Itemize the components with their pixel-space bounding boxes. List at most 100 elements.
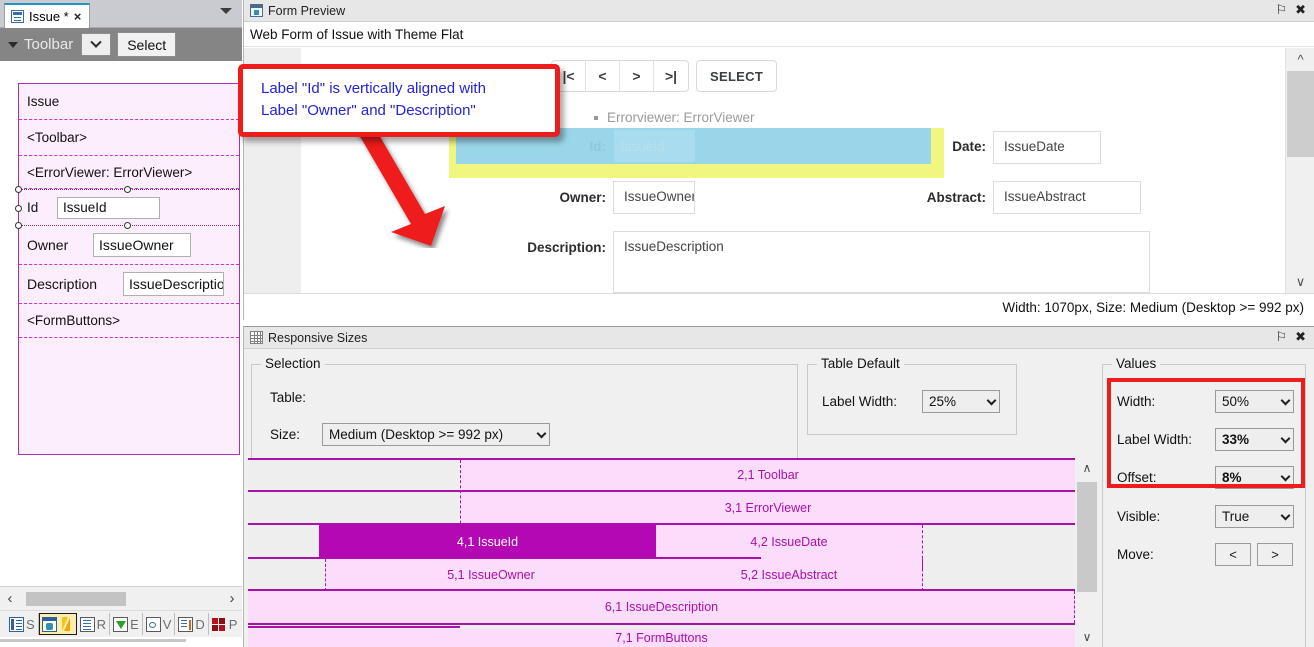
grid-divider (922, 559, 923, 591)
designer-horizontal-scrollbar[interactable]: ‹ › (0, 586, 242, 610)
scrollbar-thumb[interactable] (26, 591, 126, 606)
scroll-down-arrow-icon[interactable]: ∨ (1286, 271, 1314, 293)
values-group: Values Width: 50% Label Width: 33% Offse… (1102, 356, 1306, 647)
view-mode-expression[interactable]: E (110, 613, 143, 635)
grid-cell-errorviewer[interactable]: 3,1 ErrorViewer (461, 492, 1075, 523)
close-icon[interactable]: ✖ (1295, 329, 1306, 345)
view-mode-data[interactable]: D (175, 613, 209, 635)
scroll-down-arrow-icon[interactable]: ∨ (1075, 627, 1099, 647)
grid-cell-label: 4,2 IssueDate (750, 535, 828, 549)
document-tab-issue[interactable]: Issue * × (4, 3, 91, 28)
view-mode-properties[interactable]: P (209, 613, 241, 635)
abstract-field-input[interactable]: IssueAbstract (993, 181, 1141, 214)
view-mode-expression-letter: E (130, 616, 139, 632)
offset-select-value: 8% (1222, 470, 1242, 485)
grid-cell-issueabstract[interactable]: 5,2 IssueAbstract (656, 559, 922, 591)
report-icon (79, 616, 95, 632)
close-icon[interactable]: ✖ (1295, 2, 1306, 18)
description-row[interactable]: Description IssueDescriptio (19, 265, 239, 304)
id-field-input[interactable]: IssueId (621, 130, 665, 162)
owner-row-input[interactable]: IssueOwner (93, 233, 191, 257)
scroll-left-arrow-icon[interactable]: ‹ (0, 590, 20, 607)
expression-icon (113, 616, 129, 632)
form-title-row[interactable]: Issue (19, 84, 239, 120)
move-next-button[interactable]: > (1257, 543, 1293, 566)
pin-icon[interactable]: ⚐ (1275, 2, 1287, 18)
form-preview-icon (41, 616, 57, 632)
scrollbar-track[interactable] (20, 591, 222, 606)
date-field-input[interactable]: IssueDate (993, 131, 1101, 164)
nav-last-button[interactable]: >| (654, 61, 688, 91)
owner-row[interactable]: Owner IssueOwner (19, 226, 239, 265)
toolbar-label: Toolbar (24, 36, 74, 53)
scroll-up-arrow-icon[interactable]: ∧ (1075, 458, 1099, 478)
owner-field-input[interactable]: IssueOwner (613, 181, 695, 214)
grid-cell-issuedescription[interactable]: 6,1 IssueDescription (248, 591, 1075, 623)
errorviewer-line: Errorviewer: ErrorViewer (594, 110, 755, 125)
form-preview-subtitle: Web Form of Issue with Theme Flat (250, 26, 464, 42)
grid-cell-issueid[interactable]: 4,1 IssueId (319, 525, 656, 559)
caret-down-icon[interactable] (8, 41, 18, 48)
grid-icon (250, 331, 263, 344)
design-surface[interactable]: Issue <Toolbar> <ErrorViewer: ErrorViewe… (0, 61, 242, 586)
resize-handle-top-center[interactable] (124, 186, 131, 193)
form-title-label: Issue (27, 94, 60, 109)
table-default-label-width-label: Label Width: (822, 394, 898, 409)
structure-icon (9, 616, 24, 632)
document-tabstrip: Issue * × (0, 0, 242, 28)
errorviewer-placeholder-row[interactable]: <ErrorViewer: ErrorViewer> (19, 156, 239, 189)
select-button[interactable]: SELECT (696, 60, 778, 92)
scroll-right-arrow-icon[interactable]: › (222, 590, 242, 607)
selection-group-title: Selection (261, 356, 325, 371)
scrollbar-thumb[interactable] (1287, 71, 1314, 157)
select-button[interactable]: Select (117, 32, 177, 57)
description-row-input[interactable]: IssueDescriptio (123, 272, 224, 296)
toolbar-dropdown-button[interactable] (81, 33, 112, 56)
view-mode-form-preview[interactable] (38, 613, 77, 635)
grid-cell-issueowner[interactable]: 5,1 IssueOwner (326, 559, 656, 591)
resize-handle-top-left[interactable] (15, 186, 22, 193)
id-row[interactable]: Id IssueId (15, 186, 239, 229)
grid-vertical-scrollbar[interactable]: ∧ ∨ (1075, 458, 1099, 647)
offset-select[interactable]: 8% (1215, 466, 1294, 489)
label-width-select[interactable]: 33% (1215, 428, 1294, 451)
resize-handle-middle-left[interactable] (15, 205, 22, 212)
scrollbar-thumb[interactable] (1077, 482, 1097, 592)
view-mode-data-letter: D (195, 616, 205, 632)
formbuttons-placeholder-row[interactable]: <FormButtons> (19, 304, 239, 338)
nav-next-button[interactable]: > (620, 61, 654, 91)
chevron-down-icon[interactable] (220, 8, 232, 14)
owner-row-label: Owner (27, 237, 69, 253)
resize-handle-bottom-center[interactable] (124, 222, 131, 229)
chevron-down-icon (536, 428, 547, 438)
grid-cell-toolbar[interactable]: 2,1 Toolbar (461, 460, 1075, 490)
close-icon[interactable]: × (74, 9, 82, 24)
resize-handle-bottom-left[interactable] (15, 222, 22, 229)
chevron-down-icon (1280, 510, 1291, 520)
record-nav-toolbar: |< < > >| SELECT (551, 60, 778, 92)
grid-line (248, 626, 460, 628)
scroll-up-arrow-icon[interactable]: ^ (1286, 48, 1314, 70)
nav-prev-button[interactable]: < (586, 61, 620, 91)
preview-vertical-scrollbar[interactable]: ^ ∨ (1285, 48, 1314, 293)
grid-cell-issuedate[interactable]: 4,2 IssueDate (656, 525, 922, 559)
date-field-label: Date: (952, 138, 986, 154)
visible-label: Visible: (1117, 509, 1161, 524)
table-default-label-width-select[interactable]: 25% (922, 390, 1000, 413)
description-field-input[interactable]: IssueDescription (613, 231, 1150, 293)
id-row-input[interactable]: IssueId (57, 196, 160, 219)
view-mode-view[interactable]: V (143, 613, 176, 635)
form-preview-subcaption: Web Form of Issue with Theme Flat (244, 22, 1314, 47)
width-select[interactable]: 50% (1215, 390, 1294, 413)
properties-icon (211, 617, 227, 632)
view-mode-report[interactable]: R (77, 613, 111, 635)
view-mode-structure[interactable]: S (6, 613, 39, 635)
move-prev-button[interactable]: < (1215, 543, 1251, 566)
abstract-field-label: Abstract: (926, 189, 986, 205)
pin-icon[interactable]: ⚐ (1275, 329, 1287, 345)
size-select[interactable]: Medium (Desktop >= 992 px) (322, 423, 550, 446)
grid-cell-formbuttons[interactable]: 7,1 FormButtons (248, 629, 1075, 647)
visible-select[interactable]: True (1215, 505, 1294, 528)
toolbar-placeholder-row[interactable]: <Toolbar> (19, 120, 239, 156)
responsive-layout-grid[interactable]: 2,1 Toolbar 3,1 ErrorViewer 4,1 IssueId … (248, 458, 1075, 647)
